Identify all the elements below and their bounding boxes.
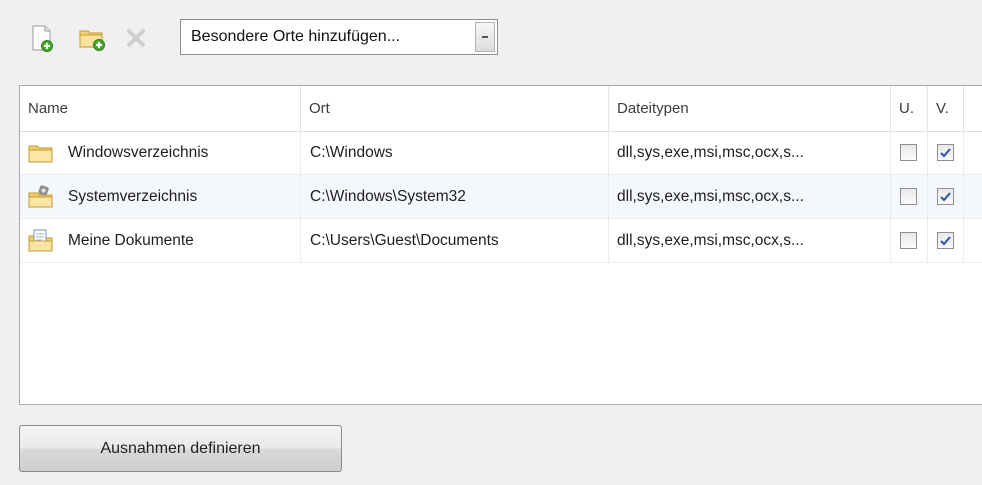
toolbar: Besondere Orte hinzufügen...	[26, 16, 586, 60]
combobox-value: Besondere Orte hinzufügen...	[191, 28, 401, 45]
row-u-checkbox[interactable]	[900, 144, 917, 161]
row-location: C:\Windows\System32	[301, 175, 609, 219]
table-row[interactable]: Systemverzeichnis C:\Windows\System32 dl…	[20, 175, 982, 219]
chevron-down-icon[interactable]	[475, 22, 495, 52]
row-location: C:\Windows	[301, 131, 609, 175]
row-name: Systemverzeichnis	[68, 188, 198, 205]
system-folder-icon	[28, 184, 54, 210]
locations-list[interactable]: Name Ort Dateitypen U. V. Windowsverzeic…	[19, 85, 982, 405]
row-name: Windowsverzeichnis	[68, 144, 209, 161]
row-filetypes: dll,sys,exe,msi,msc,ocx,s...	[609, 131, 891, 175]
row-v-checkbox[interactable]	[937, 144, 954, 161]
new-document-icon[interactable]	[28, 24, 56, 52]
define-exceptions-button[interactable]: Ausnahmen definieren	[19, 425, 342, 472]
delete-icon[interactable]	[122, 24, 150, 52]
row-location: C:\Users\Guest\Documents	[301, 219, 609, 263]
column-header-name[interactable]: Name	[20, 86, 301, 131]
add-folder-icon[interactable]	[78, 24, 106, 52]
table-row[interactable]: Meine Dokumente C:\Users\Guest\Documents…	[20, 219, 982, 263]
row-name: Meine Dokumente	[68, 232, 194, 249]
special-locations-combobox[interactable]: Besondere Orte hinzufügen...	[180, 19, 498, 55]
documents-folder-icon	[28, 228, 54, 254]
column-header-ort[interactable]: Ort	[301, 86, 609, 131]
folder-icon	[28, 140, 54, 166]
row-v-checkbox[interactable]	[937, 188, 954, 205]
column-header-u[interactable]: U.	[891, 86, 928, 131]
column-header-v[interactable]: V.	[928, 86, 964, 131]
row-v-checkbox[interactable]	[937, 232, 954, 249]
row-u-checkbox[interactable]	[900, 188, 917, 205]
table-row[interactable]: Windowsverzeichnis C:\Windows dll,sys,ex…	[20, 131, 982, 175]
row-filetypes: dll,sys,exe,msi,msc,ocx,s...	[609, 219, 891, 263]
list-header: Name Ort Dateitypen U. V.	[20, 86, 982, 132]
column-header-dateitypen[interactable]: Dateitypen	[609, 86, 891, 131]
row-u-checkbox[interactable]	[900, 232, 917, 249]
row-filetypes: dll,sys,exe,msi,msc,ocx,s...	[609, 175, 891, 219]
